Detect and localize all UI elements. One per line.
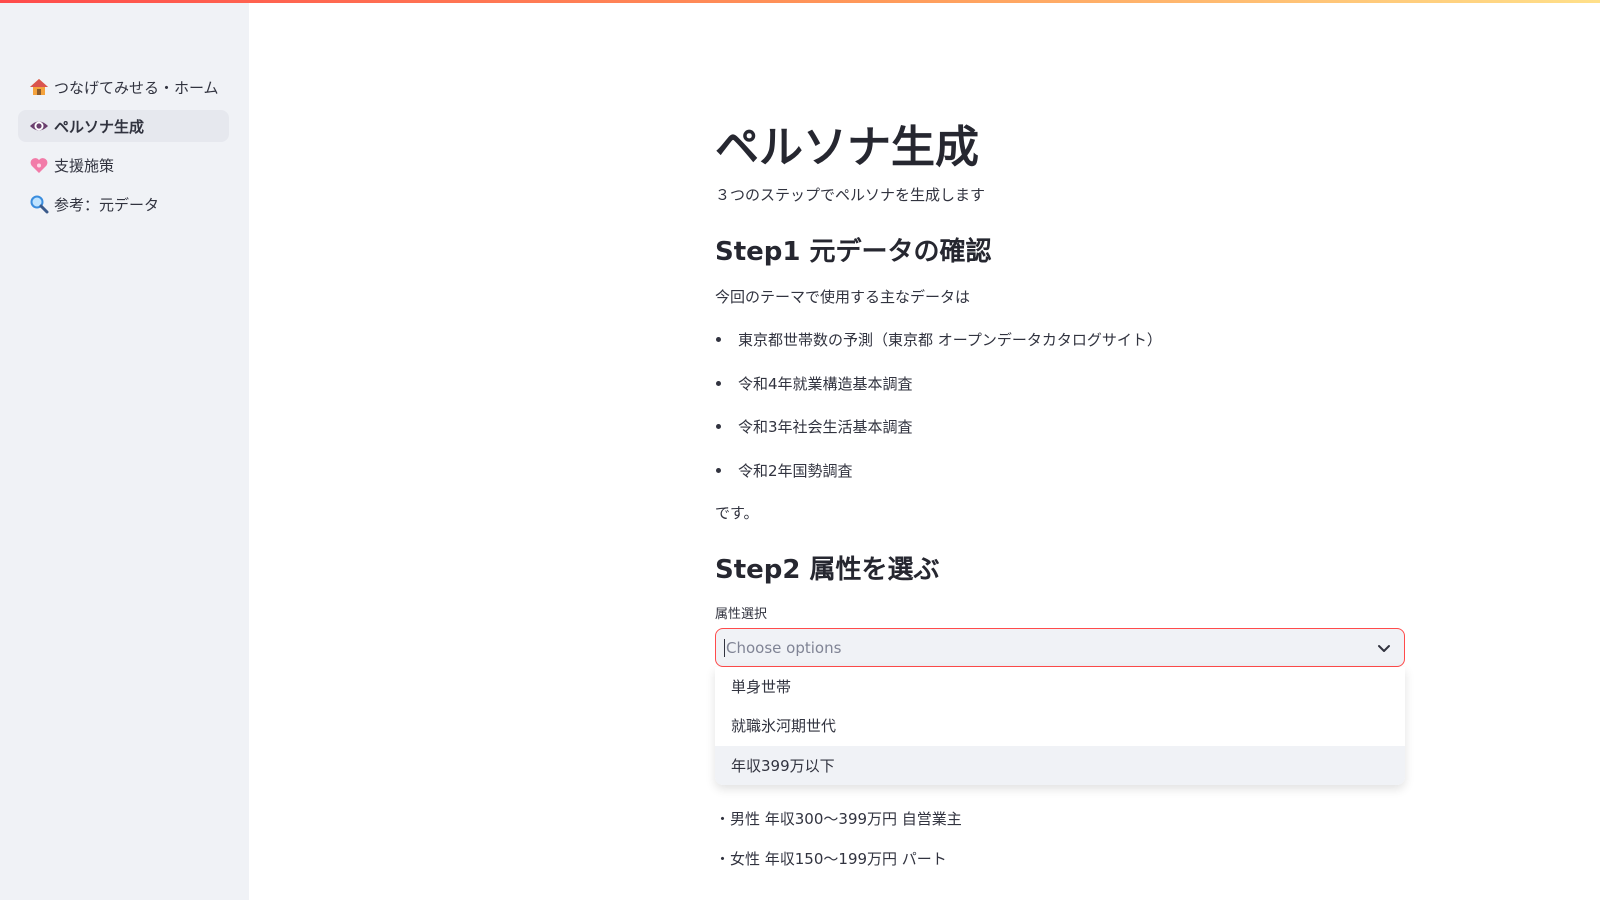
step1-intro: 今回のテーマで使用する主なデータは: [715, 288, 971, 306]
sidebar-item-source-data[interactable]: 参考：元データ: [18, 188, 229, 220]
bullet-dot: [716, 337, 721, 342]
option-single-household[interactable]: 単身世帯: [715, 667, 1405, 706]
list-item: 令和2年国勢調査: [715, 460, 853, 481]
list-item-text: 令和3年社会生活基本調査: [738, 418, 913, 436]
list-item: 令和3年社会生活基本調査: [715, 416, 913, 437]
text-cursor: [724, 638, 725, 657]
bullet-dot: [716, 381, 721, 386]
bullet-dot: [716, 424, 721, 429]
list-item-text: 令和4年就業構造基本調査: [738, 375, 913, 393]
sidebar-item-home[interactable]: つなげてみせる・ホーム: [18, 71, 229, 103]
step1-outro: です。: [715, 504, 759, 522]
sidebar-item-label: 参考：元データ: [54, 195, 160, 214]
example-persona-2: ・女性 年収150〜199万円 パート: [715, 850, 947, 868]
page-subtitle: ３つのステップでペルソナを生成します: [715, 186, 986, 204]
main-area: ペルソナ生成 ３つのステップでペルソナを生成します Step1 元データの確認 …: [249, 3, 1600, 900]
heart-icon: [28, 154, 50, 176]
sidebar: つなげてみせる・ホーム ペルソナ生成 支援施策 参考：元データ: [0, 3, 249, 900]
list-item: 東京都世帯数の予測（東京都 オープンデータカタログサイト）: [715, 329, 1162, 350]
select-placeholder: Choose options: [726, 638, 842, 657]
select-label: 属性選択: [715, 607, 768, 622]
list-item: 令和4年就業構造基本調査: [715, 373, 913, 394]
chevron-down-icon[interactable]: [1376, 640, 1392, 656]
sidebar-item-label: つなげてみせる・ホーム: [54, 78, 219, 97]
step1-heading: Step1 元データの確認: [715, 237, 992, 267]
house-icon: [28, 76, 50, 98]
eye-icon: [28, 115, 50, 137]
option-income-under-399[interactable]: 年収399万以下: [715, 746, 1405, 785]
example-persona-1: ・男性 年収300〜399万円 自営業主: [715, 810, 962, 828]
magnifier-icon: [28, 193, 50, 215]
sidebar-item-label: ペルソナ生成: [54, 117, 145, 136]
list-item-text: 令和2年国勢調査: [738, 462, 853, 480]
page-title: ペルソナ生成: [715, 122, 979, 173]
attribute-multiselect[interactable]: Choose options: [715, 628, 1405, 667]
bullet-dot: [716, 468, 721, 473]
option-employment-ice-age[interactable]: 就職氷河期世代: [715, 706, 1405, 745]
step2-heading: Step2 属性を選ぶ: [715, 555, 940, 585]
list-item-text: 東京都世帯数の予測（東京都 オープンデータカタログサイト）: [738, 331, 1162, 349]
sidebar-item-support[interactable]: 支援施策: [18, 149, 229, 181]
sidebar-item-label: 支援施策: [54, 156, 115, 175]
sidebar-item-persona[interactable]: ペルソナ生成: [18, 110, 229, 142]
options-dropdown: 単身世帯 就職氷河期世代 年収399万以下: [715, 667, 1405, 785]
